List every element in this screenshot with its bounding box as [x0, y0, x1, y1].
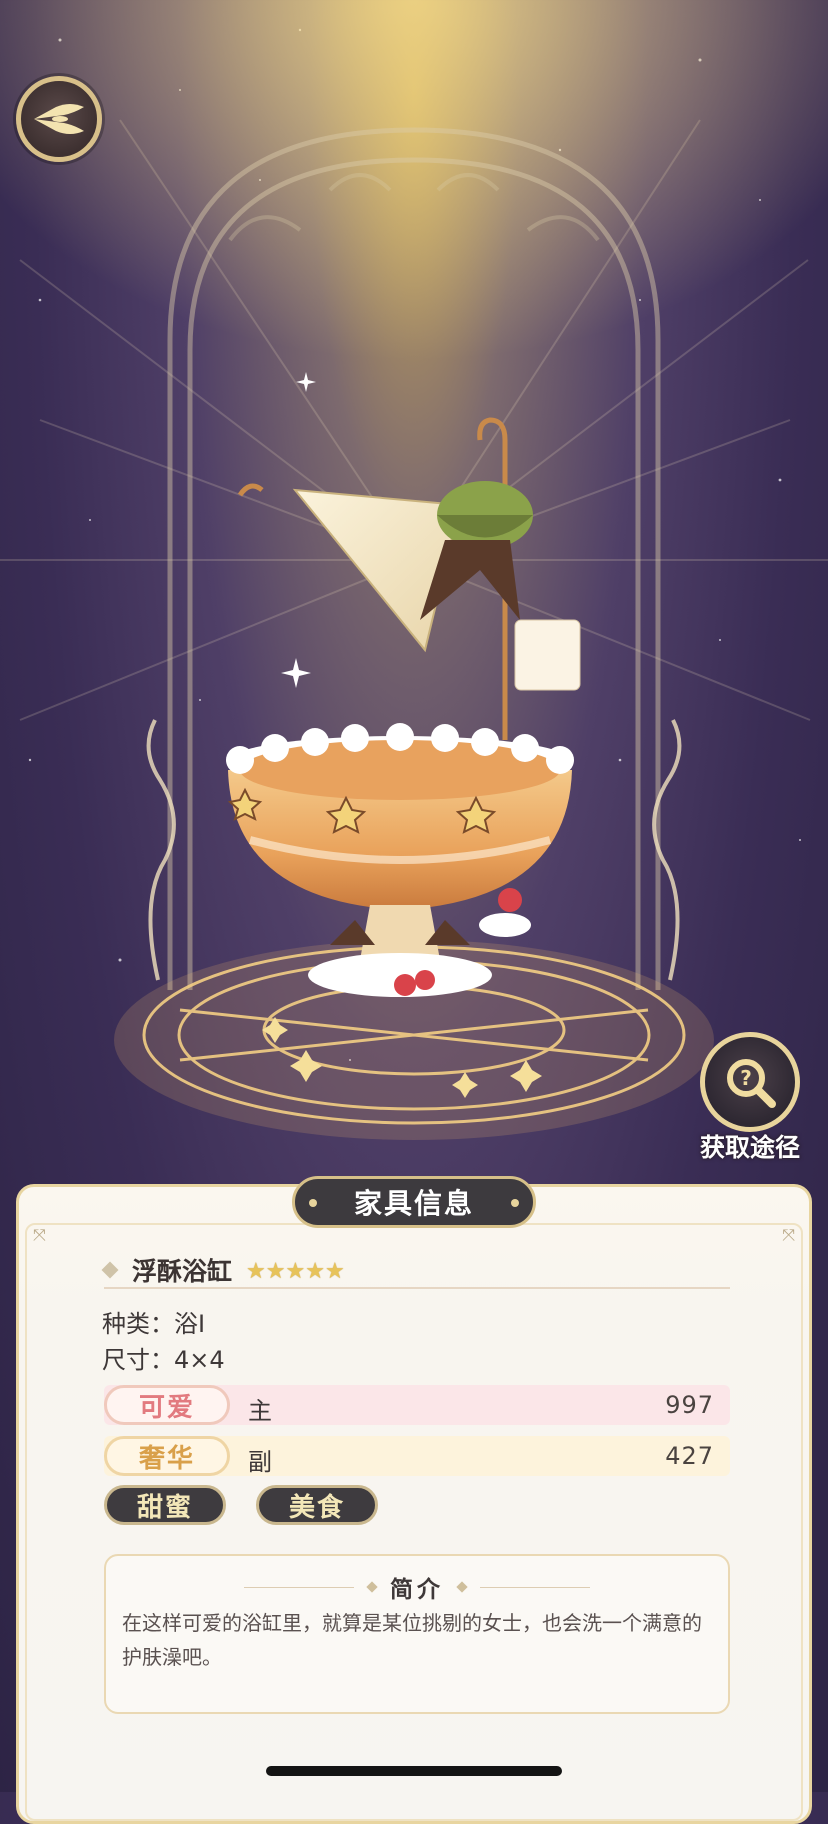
- acquire-route-label: 获取途径: [699, 1133, 800, 1162]
- category-line: 种类：浴I: [102, 1304, 205, 1339]
- acquire-route-circle: ?: [700, 1032, 800, 1132]
- back-button[interactable]: [16, 76, 102, 162]
- star-icon: ★: [265, 1259, 286, 1284]
- intro-title: 简介: [390, 1577, 444, 1603]
- diamond-icon: [101, 1261, 119, 1279]
- wing-back-icon: [34, 104, 84, 134]
- stat-role: 主: [248, 1397, 272, 1425]
- stat-tag-cute: 可爱: [104, 1385, 230, 1425]
- size-label: 尺寸：: [102, 1346, 174, 1374]
- title-dot-icon: [511, 1199, 519, 1207]
- magnifier-question-icon: ?: [727, 1059, 776, 1108]
- category-value: 浴I: [174, 1310, 206, 1338]
- diamond-icon: [456, 1581, 468, 1593]
- star-icon: ★: [305, 1259, 325, 1284]
- item-name: 浮酥浴缸: [132, 1257, 233, 1286]
- furniture-showcase: [0, 0, 828, 1140]
- svg-text:?: ?: [740, 1066, 752, 1090]
- intro-header: 简介: [106, 1570, 728, 1604]
- home-indicator[interactable]: [266, 1766, 562, 1776]
- category-label: 种类：: [102, 1310, 174, 1338]
- size-line: 尺寸：4×4: [102, 1340, 225, 1375]
- theme-tag-sweet: 甜蜜: [104, 1485, 226, 1525]
- acquire-route-button[interactable]: ? 获取途径: [688, 1032, 812, 1162]
- size-value: 4×4: [174, 1346, 225, 1374]
- rating-stars: ★ ★ ★ ★ ★: [246, 1261, 345, 1283]
- item-name-row: 浮酥浴缸 ★ ★ ★ ★ ★: [101, 1252, 345, 1288]
- intro-divider: [244, 1586, 354, 1588]
- star-icon: ★: [285, 1259, 306, 1284]
- panel-title: 家具信息: [292, 1176, 536, 1228]
- stat-bar-cute: 可爱 主 997: [104, 1385, 730, 1425]
- stat-value: 997: [665, 1391, 714, 1419]
- intro-divider: [480, 1586, 590, 1588]
- stat-role: 副: [248, 1448, 272, 1476]
- stat-tag-luxury: 奢华: [104, 1436, 230, 1476]
- title-dot-icon: [309, 1199, 317, 1207]
- intro-text: 在这样可爱的浴缸里，就算是某位挑剔的女士，也会洗一个满意的护肤澡吧。: [122, 1611, 702, 1669]
- name-divider: [104, 1287, 730, 1289]
- star-icon: ★: [246, 1259, 266, 1284]
- intro-box: 简介 在这样可爱的浴缸里，就算是某位挑剔的女士，也会洗一个满意的护肤澡吧。: [104, 1554, 730, 1714]
- stat-value: 427: [665, 1442, 714, 1470]
- diamond-icon: [366, 1581, 378, 1593]
- corner-ornament-icon: ⤧: [33, 1225, 46, 1244]
- stat-bar-luxury: 奢华 副 427: [104, 1436, 730, 1476]
- corner-ornament-icon: ⤧: [782, 1225, 795, 1244]
- theme-tag-food: 美食: [256, 1485, 378, 1525]
- star-icon: ★: [324, 1259, 345, 1284]
